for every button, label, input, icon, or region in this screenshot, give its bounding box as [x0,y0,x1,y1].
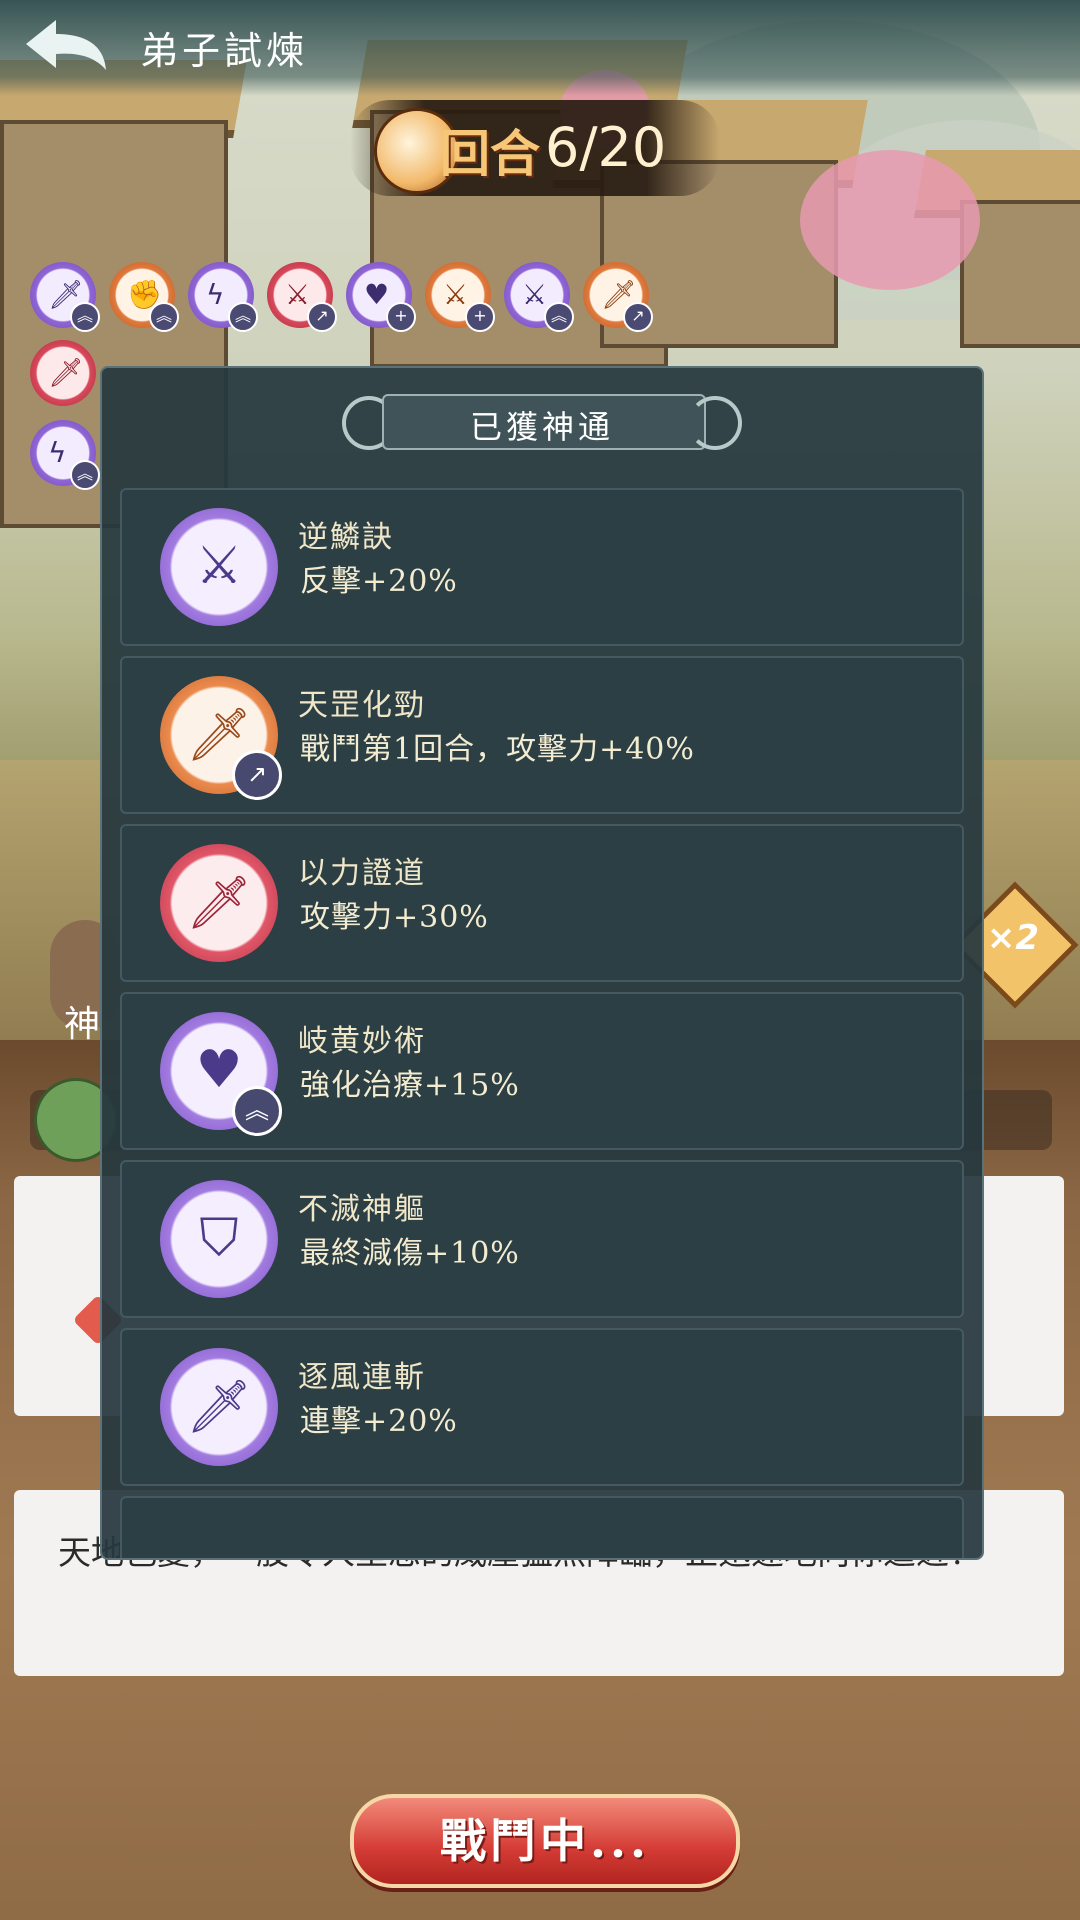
skill-card[interactable]: ♥ ︽ 岐黄妙術強化治療+15% [120,992,964,1150]
acquired-skills-modal[interactable]: 已獲神通 ⚔ 逆鱗訣 反擊+20% 🗡 ↗ 天罡化勁 戰鬥第1回合，攻擊力+40% 🗡 以力證道… [100,366,984,1560]
buff-dragon-sword-icon[interactable]: ⚔ ︽ [504,262,574,332]
skill-description: 戰鬥第1回合，攻擊力+40% [300,732,695,767]
skill-description: 連擊+20% [300,1404,458,1439]
skill-icon-frame: 🗡 [160,1348,278,1466]
plus-badge-icon: + [386,302,416,332]
upgrade-badge-icon: ︽ [149,302,179,332]
top-bar: 弟子試煉 [0,0,1080,96]
buff-heart-plus-icon[interactable]: ♥ + [346,262,416,332]
buff-sword-icon[interactable]: 🗡 [30,340,96,406]
skill-card[interactable]: 🗡 ↗ 天罡化勁戰鬥第1回合，攻擊力+40% [120,656,964,814]
upgrade-badge-icon: ︽ [70,302,100,332]
round-counter: 6/20 [545,116,667,179]
skill-name: 岐黄妙術 [298,1024,426,1059]
upgrade-badge-icon: ︽ [232,1086,282,1136]
arrow-badge-icon: ↗ [623,302,653,332]
buff-flame-sword-icon[interactable]: 🗡 ︽ [30,262,100,332]
upgrade-badge-icon: ︽ [228,302,258,332]
skill-icon-frame: 🗡 [160,844,278,962]
speed-label: ×2 [986,918,1040,958]
skill-name: 不滅神軀 [298,1192,426,1227]
sword-icon: 🗡 [185,873,252,933]
skill-icon-frame: ⚔ [160,508,278,626]
battle-button-label: 戰鬥中... [439,1814,651,1868]
modal-header: 已獲神通 [342,390,742,450]
skill-name: 逆鱗訣 [298,520,394,555]
skill-description: 最終減傷+10% [300,1236,520,1271]
skill-description: 強化治療+15% [300,1068,520,1103]
buff-lightning-sword-icon[interactable]: ϟ ︽ [188,262,258,332]
skill-name: 逐風連斬 [298,1360,426,1395]
upgrade-badge-icon: ︽ [544,302,574,332]
buff-lightning-sword-icon[interactable]: ϟ ︽ [30,420,100,490]
upgrade-badge-icon: ︽ [70,460,100,490]
skill-card[interactable]: 🗡 以力證道攻擊力+30% [120,824,964,982]
skill-icon-frame: ♥ ︽ [160,1012,282,1136]
page-title: 弟子試煉 [140,29,309,73]
buff-fist-icon[interactable]: ✊ ︽ [109,262,179,332]
lightning-sword-icon: ϟ [48,436,67,469]
buff-crossed-swords-icon[interactable]: ⚔ + [425,262,495,332]
skill-card[interactable]: ⚔ 逆鱗訣反擊+20% [120,488,964,646]
shield-icon: ⛉ [199,1208,239,1268]
skill-name: 以力證道 [298,856,426,891]
arrow-badge-icon: ↗ [232,750,282,800]
back-arrow-icon [26,20,106,70]
lightning-sword-icon: ϟ [206,278,225,311]
dragon-sword-icon: ⚔ [522,278,548,311]
sword-icon: 🗡 [48,356,84,389]
skill-description: 反擊+20% [300,564,458,599]
skill-card[interactable]: 🗡 逐風連斬連擊+20% [120,1328,964,1486]
dragon-sword-icon: ⚔ [195,536,243,596]
buff-crossed-swords-icon[interactable]: ⚔ ↗ [267,262,337,332]
crossed-swords-icon: ⚔ [285,278,311,311]
flame-sword-icon: 🗡 [185,1377,252,1437]
skill-card-partial[interactable] [120,1496,964,1558]
heart-plus-icon: ♥ [364,278,390,311]
skill-name: 天罡化勁 [298,688,426,723]
battle-status-button[interactable]: 戰鬥中... [350,1794,740,1888]
back-button[interactable] [20,14,110,74]
skill-icon-frame: ⛉ [160,1180,278,1298]
round-label: 回合 [440,124,540,183]
arrow-badge-icon: ↗ [307,302,337,332]
skill-list[interactable]: ⚔ 逆鱗訣 反擊+20% 🗡 ↗ 天罡化勁 戰鬥第1回合，攻擊力+40% 🗡 以力證道 攻擊力+3… [120,488,964,1558]
modal-title: 已獲神通 [469,408,614,446]
round-banner: 回合 6/20 [350,100,720,196]
plus-badge-icon: + [465,302,495,332]
skill-icon-frame: 🗡 ↗ [160,676,282,800]
skill-description: 攻擊力+30% [300,900,489,935]
buff-sword-icon[interactable]: 🗡 ↗ [583,262,653,332]
skill-card[interactable]: ⛉ 不滅神軀最終減傷+10% [120,1160,964,1318]
crossed-swords-icon: ⚔ [443,278,469,311]
